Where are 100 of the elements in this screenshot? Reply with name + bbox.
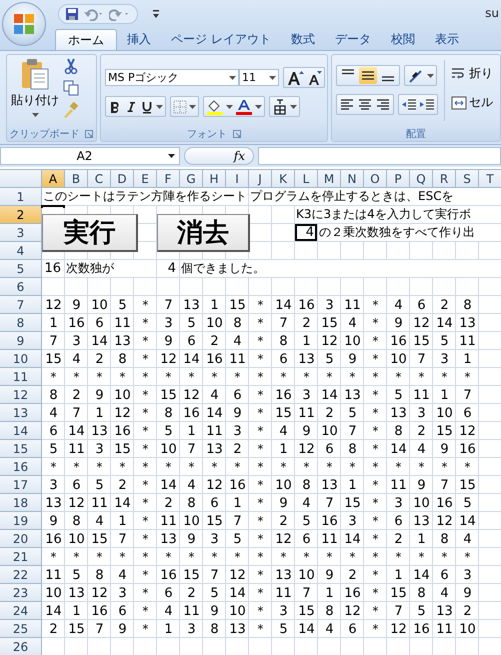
caret-icon[interactable]: [426, 74, 434, 78]
fill-color-icon[interactable]: [206, 98, 224, 114]
row-header[interactable]: 20: [0, 530, 42, 548]
ribbon-tab[interactable]: 表示: [424, 29, 469, 50]
scissors-icon[interactable]: [64, 58, 78, 74]
insert-function-button[interactable]: fx: [184, 147, 254, 165]
font-name-field[interactable]: MS Pゴシック: [104, 69, 239, 86]
row-header[interactable]: 24: [0, 602, 42, 620]
table-cell-text: ＊: [369, 585, 382, 602]
table-cell: 6: [210, 496, 219, 510]
caret-icon[interactable]: [290, 104, 297, 108]
caret-icon[interactable]: [188, 104, 196, 108]
row-header[interactable]: 9: [0, 332, 42, 350]
row-header[interactable]: 23: [0, 584, 42, 602]
table-cell: 6: [463, 406, 472, 420]
column-header[interactable]: J: [249, 170, 272, 188]
caret-icon[interactable]: [156, 104, 163, 108]
row-header[interactable]: 22: [0, 566, 42, 584]
column-header[interactable]: E: [134, 170, 157, 188]
name-box[interactable]: A2: [0, 147, 180, 165]
row-header[interactable]: 16: [0, 458, 42, 476]
column-header[interactable]: A: [42, 170, 65, 188]
font-color-icon[interactable]: [234, 98, 253, 114]
row-header[interactable]: 17: [0, 476, 42, 494]
column-header[interactable]: G: [180, 170, 203, 188]
row-header[interactable]: 10: [0, 350, 42, 368]
macro-button[interactable]: 実行: [42, 214, 138, 252]
column-header[interactable]: C: [88, 170, 111, 188]
underline-icon[interactable]: [140, 100, 154, 114]
ribbon-tab[interactable]: ホーム: [55, 29, 117, 50]
row-header[interactable]: 6: [0, 278, 42, 296]
row-header[interactable]: 5: [0, 260, 42, 278]
caret-icon[interactable]: [226, 104, 233, 108]
ribbon-tab[interactable]: 数式: [280, 29, 325, 50]
macro-button[interactable]: 消去: [157, 214, 250, 252]
dialog-launcher-icon[interactable]: [232, 130, 241, 138]
customize-icon[interactable]: [152, 9, 160, 19]
ribbon-tab[interactable]: 挿入: [117, 29, 161, 50]
table-cell: 9: [210, 604, 219, 618]
table-cell-text: ＊: [392, 549, 405, 566]
row-header[interactable]: 12: [0, 386, 42, 404]
column-header[interactable]: T: [479, 170, 501, 188]
column-header[interactable]: H: [203, 170, 226, 188]
row-header[interactable]: 15: [0, 440, 42, 458]
column-header[interactable]: Q: [410, 170, 433, 188]
column-header[interactable]: R: [433, 170, 456, 188]
merge-button[interactable]: セル: [450, 94, 493, 111]
formula-field[interactable]: [258, 147, 501, 165]
align-middle-button[interactable]: [358, 67, 377, 84]
paste-button[interactable]: 貼り付け: [11, 58, 59, 109]
row-header[interactable]: 4: [0, 242, 42, 260]
column-header[interactable]: M: [318, 170, 341, 188]
row-header[interactable]: 2: [0, 206, 42, 224]
dialog-launcher-icon[interactable]: [85, 130, 94, 138]
row-header[interactable]: 13: [0, 404, 42, 422]
cell-cursor[interactable]: [41, 205, 65, 208]
row-header[interactable]: 21: [0, 548, 42, 566]
row-header[interactable]: 3: [0, 224, 42, 242]
column-header[interactable]: S: [456, 170, 479, 188]
row-header[interactable]: 11: [0, 368, 42, 386]
caret-icon[interactable]: [268, 76, 276, 80]
column-header[interactable]: P: [387, 170, 410, 188]
column-header[interactable]: B: [65, 170, 88, 188]
decrease-indent-icon[interactable]: [400, 96, 417, 112]
ribbon-tab[interactable]: 校閲: [380, 29, 425, 50]
grow-font-icon[interactable]: [286, 70, 304, 86]
increase-indent-icon[interactable]: [418, 96, 435, 112]
phonetic-guide-icon[interactable]: [272, 98, 288, 114]
copy-icon[interactable]: [63, 80, 79, 96]
caret-icon[interactable]: [32, 113, 38, 117]
caret-icon[interactable]: [168, 154, 175, 158]
save-icon[interactable]: [65, 7, 79, 21]
align-center-icon[interactable]: [356, 96, 373, 112]
ribbon-tab[interactable]: ページ レイアウト: [161, 29, 281, 50]
row-header[interactable]: 1: [0, 188, 42, 206]
table-cell-text: ＊: [139, 549, 152, 566]
table-cell: 11: [91, 496, 108, 510]
row-header[interactable]: 26: [0, 638, 42, 655]
column-header[interactable]: D: [111, 170, 134, 188]
ribbon-tab[interactable]: データ: [324, 29, 381, 50]
row-header[interactable]: 19: [0, 512, 42, 530]
column-header[interactable]: K: [272, 170, 295, 188]
column-header[interactable]: F: [157, 170, 180, 188]
row-header[interactable]: 14: [0, 422, 42, 440]
caret-icon[interactable]: [228, 76, 236, 80]
row-header[interactable]: 7: [0, 296, 42, 314]
column-header[interactable]: O: [364, 170, 387, 188]
font-size-field[interactable]: 11: [238, 69, 279, 86]
wrap-text-button[interactable]: 折り: [450, 65, 493, 82]
row-header[interactable]: 8: [0, 314, 42, 332]
column-header[interactable]: N: [341, 170, 364, 188]
office-logo-icon[interactable]: [12, 12, 36, 36]
caret-icon[interactable]: [254, 104, 262, 108]
table-cell: 14: [183, 352, 200, 366]
row-header[interactable]: 25: [0, 620, 42, 638]
row-header[interactable]: 18: [0, 494, 42, 512]
column-header[interactable]: L: [295, 170, 318, 188]
column-header[interactable]: I: [226, 170, 249, 188]
align-left-icon[interactable]: [338, 96, 355, 112]
align-right-icon[interactable]: [374, 96, 391, 112]
